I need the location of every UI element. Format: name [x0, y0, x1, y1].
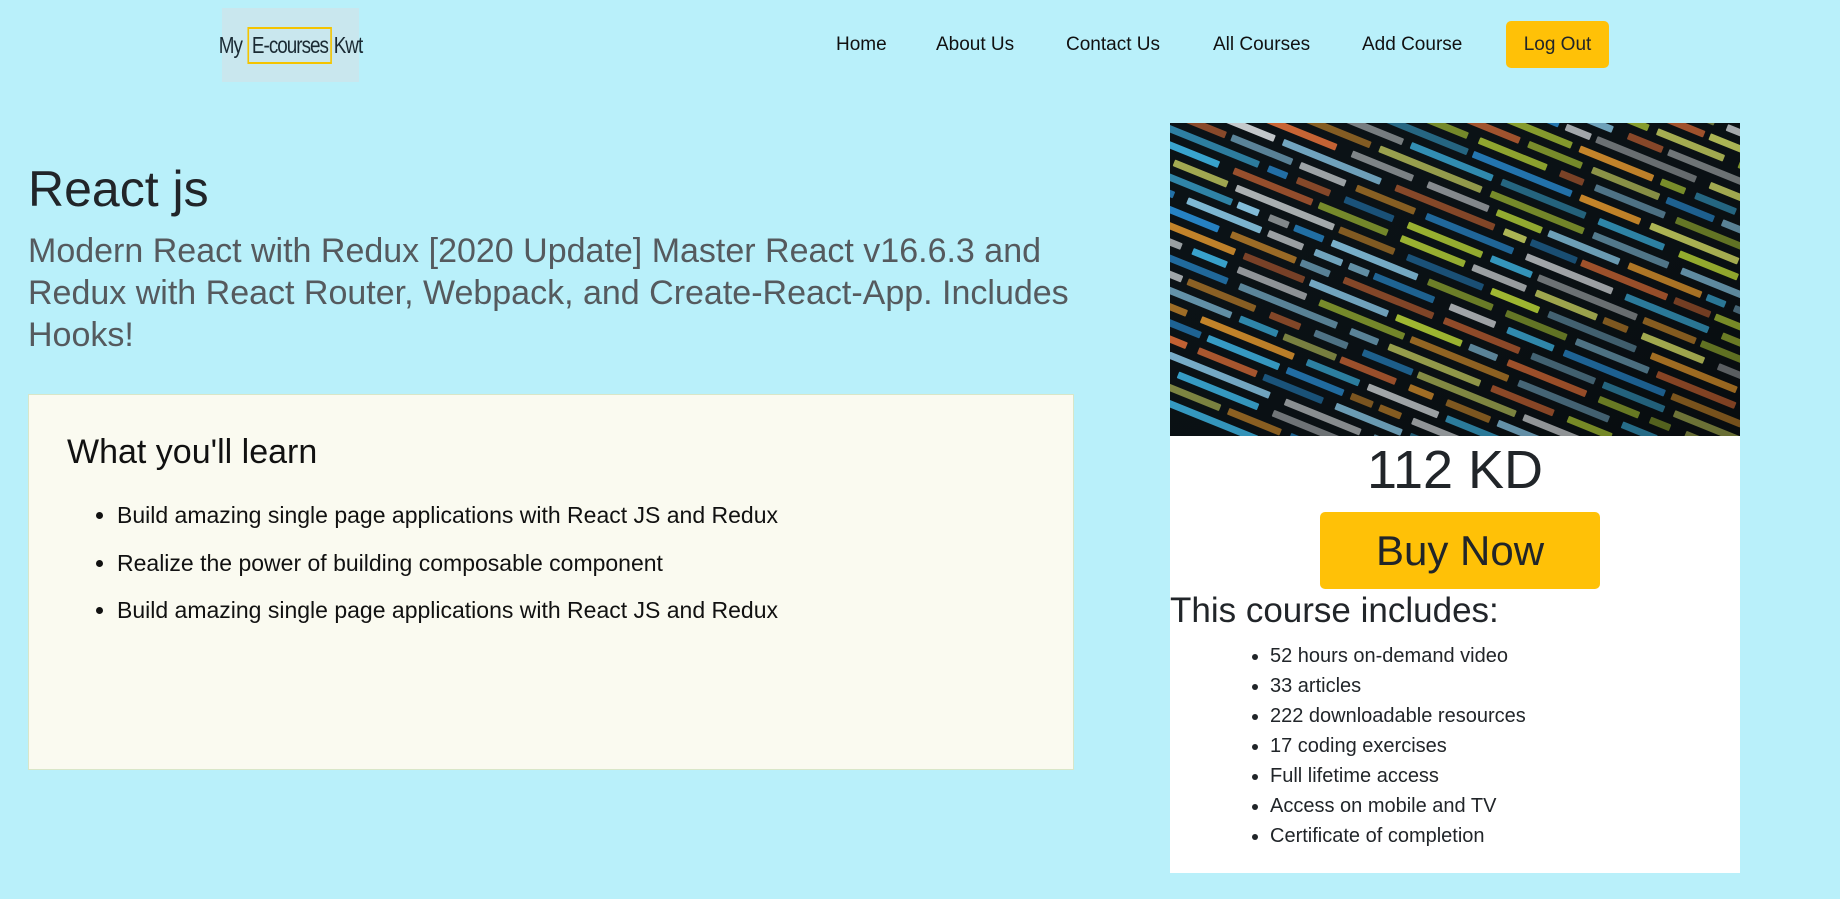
nav-link-home[interactable]: Home — [836, 34, 887, 56]
buy-now-button[interactable]: Buy Now — [1320, 512, 1600, 589]
course-title: React js — [28, 161, 209, 217]
learn-heading: What you'll learn — [67, 433, 318, 471]
nav-link-all-courses[interactable]: All Courses — [1213, 34, 1310, 56]
includes-heading: This course includes: — [1170, 591, 1499, 630]
includes-item: 33 articles — [1270, 674, 1526, 704]
course-subtitle: Modern React with Redux [2020 Update] Ma… — [28, 232, 1069, 354]
course-sidebar-card: 112 KD Buy Now This course includes: 52 … — [1170, 123, 1740, 873]
includes-item: 52 hours on-demand video — [1270, 644, 1526, 674]
includes-item: Certificate of completion — [1270, 824, 1526, 854]
code-screen-image — [1170, 123, 1740, 436]
logout-button[interactable]: Log Out — [1506, 21, 1609, 68]
learn-item: Realize the power of building composable… — [117, 549, 778, 597]
course-price: 112 KD — [1366, 440, 1544, 500]
includes-item: Access on mobile and TV — [1270, 794, 1526, 824]
learn-list: Build amazing single page applications w… — [117, 501, 778, 644]
includes-item: 17 coding exercises — [1270, 734, 1526, 764]
nav-link-contact-us[interactable]: Contact Us — [1066, 34, 1160, 56]
course-image — [1170, 123, 1740, 436]
includes-list: 52 hours on-demand video 33 articles 222… — [1270, 644, 1526, 854]
navbar: My E-courses Kwt Home About Us Contact Us… — [0, 0, 1840, 92]
includes-item: Full lifetime access — [1270, 764, 1526, 794]
nav-link-about-us[interactable]: About Us — [936, 34, 1014, 56]
includes-item: 222 downloadable resources — [1270, 704, 1526, 734]
learn-section: What you'll learn Build amazing single p… — [28, 394, 1074, 770]
learn-item: Build amazing single page applications w… — [117, 501, 778, 549]
learn-item: Build amazing single page applications w… — [117, 596, 778, 644]
nav-link-add-course[interactable]: Add Course — [1362, 34, 1462, 56]
